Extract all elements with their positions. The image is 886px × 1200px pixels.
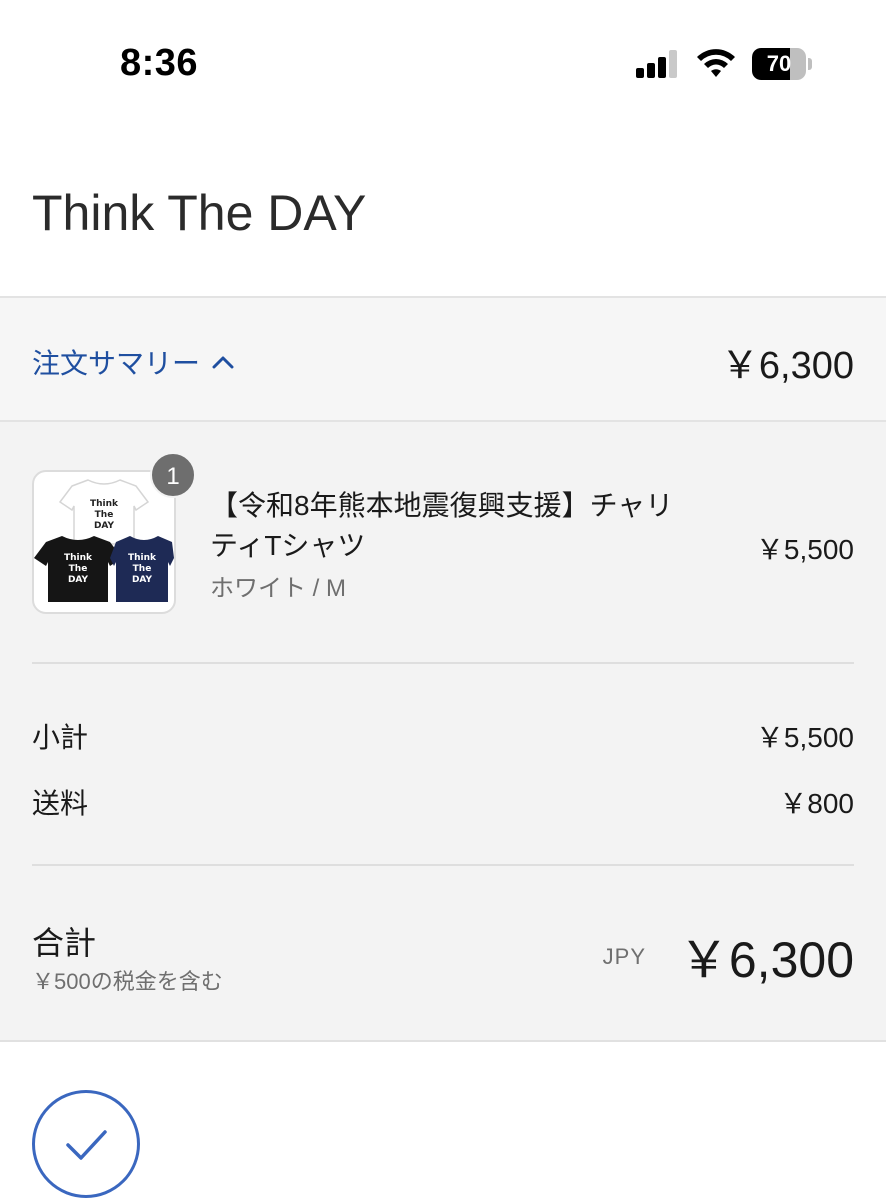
product-name: 【令和8年熊本地震復興支援】チャリティTシャツ <box>210 490 674 561</box>
battery-level: 70 <box>766 51 792 76</box>
chevron-up-icon <box>212 356 234 369</box>
shirt-text-line3: DAY <box>132 575 153 585</box>
product-price: ￥5,500 <box>755 534 854 565</box>
order-details-panel: Think The DAY Think The DAY Think The DA… <box>0 422 886 1042</box>
shirt-text-line1: Think <box>90 499 119 509</box>
order-summary-label: 注文サマリー <box>32 348 201 379</box>
subtotal-value: ￥5,500 <box>755 722 854 753</box>
subtotal-label: 小計 <box>32 722 89 753</box>
shipping-value: ￥800 <box>779 788 854 819</box>
shipping-label: 送料 <box>32 788 89 819</box>
shirt-text-line1: Think <box>128 553 157 563</box>
summary-total: ￥6,300 <box>720 345 854 387</box>
product-variant: ホワイト / M <box>210 575 346 602</box>
order-summary-toggle[interactable]: 注文サマリー <box>32 342 234 382</box>
shop-title: Think The DAY <box>32 185 367 241</box>
quantity-badge: 1 <box>150 452 196 498</box>
shirt-text-line3: DAY <box>68 575 89 585</box>
divider <box>32 662 854 664</box>
total-label: 合計 <box>32 925 97 961</box>
grand-total: ￥6,300 <box>678 932 854 988</box>
order-confirmed-badge <box>32 1090 140 1198</box>
wifi-icon <box>697 49 735 77</box>
shirt-text-line2: The <box>95 510 114 520</box>
divider <box>32 864 854 866</box>
order-summary-bar[interactable]: 注文サマリー ￥6,300 <box>0 296 886 422</box>
checkmark-icon <box>66 1130 107 1160</box>
tshirt-product-image: Think The DAY Think The DAY Think The DA… <box>34 479 174 602</box>
shirt-text-line2: The <box>133 564 152 574</box>
battery-icon: 70 <box>752 48 812 80</box>
shirt-text-line3: DAY <box>94 521 115 531</box>
tax-note: ￥500の税金を含む <box>32 969 223 994</box>
cellular-signal-icon <box>636 50 678 78</box>
shirt-text-line1: Think <box>64 553 93 563</box>
product-thumbnail: Think The DAY Think The DAY Think The DA… <box>32 470 176 614</box>
currency-code: JPY <box>602 944 646 969</box>
shirt-text-line2: The <box>69 564 88 574</box>
status-bar: 8:36 70 <box>0 0 886 130</box>
status-time: 8:36 <box>120 42 199 84</box>
